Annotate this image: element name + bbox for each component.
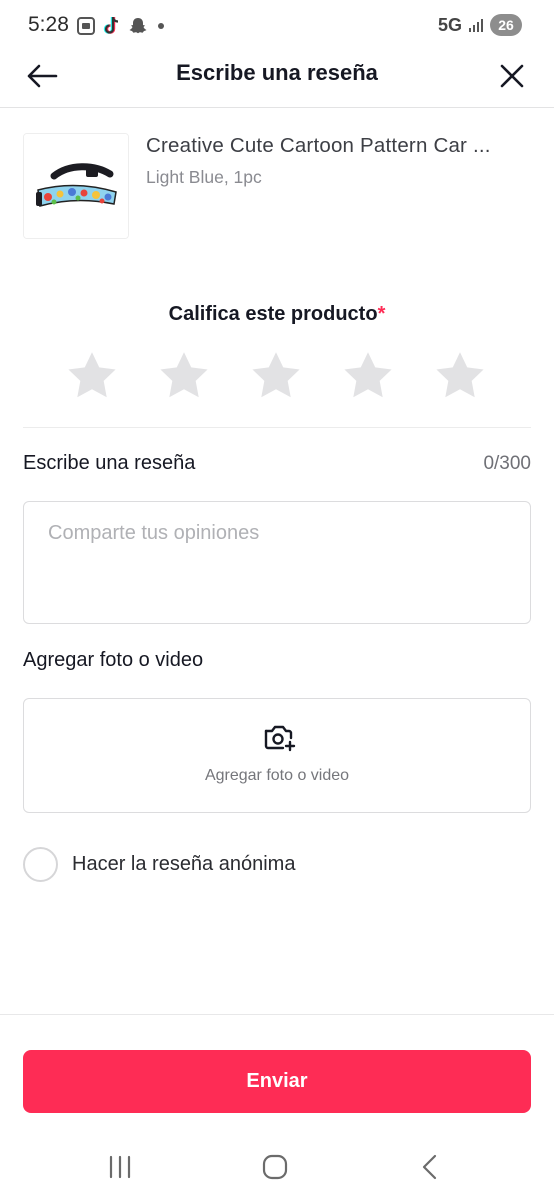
product-variant: Light Blue, 1pc xyxy=(146,167,262,187)
status-time: 5:28 xyxy=(28,13,69,36)
system-back-button[interactable] xyxy=(410,1152,450,1182)
recent-apps-icon xyxy=(109,1155,131,1179)
char-counter: 0/300 xyxy=(483,453,531,474)
footer-divider xyxy=(0,1014,554,1015)
system-nav-bar xyxy=(0,1140,554,1200)
rating-title: Califica este producto* xyxy=(0,303,554,326)
snapchat-icon xyxy=(129,18,147,34)
page-title: Escribe una reseña xyxy=(176,60,378,85)
star-rating xyxy=(0,348,554,404)
tiktok-icon xyxy=(103,16,119,34)
required-mark: * xyxy=(377,303,386,325)
battery-icon: 26 xyxy=(490,14,522,36)
product-thumbnail[interactable] xyxy=(23,133,129,239)
network-label: 5G xyxy=(437,14,462,35)
camera-plus-icon xyxy=(264,725,296,752)
submit-button[interactable]: Enviar xyxy=(23,1050,531,1113)
star-4-icon[interactable] xyxy=(340,348,396,404)
star-3-icon[interactable] xyxy=(248,348,304,404)
close-icon xyxy=(500,64,524,88)
product-name: Creative Cute Cartoon Pattern Car ... xyxy=(146,134,491,157)
rating-title-text: Califica este producto xyxy=(168,303,378,325)
dot-icon xyxy=(158,23,164,29)
status-bar: 5:28 5G 26 xyxy=(0,0,554,50)
anonymous-label[interactable]: Hacer la reseña anónima xyxy=(72,853,295,876)
star-2-icon[interactable] xyxy=(156,348,212,404)
home-button[interactable] xyxy=(255,1152,295,1182)
add-media-button[interactable]: Agregar foto o video xyxy=(23,698,531,813)
header: Escribe una reseña xyxy=(0,50,554,108)
home-icon xyxy=(262,1154,288,1180)
add-media-text: Agregar foto o video xyxy=(204,767,350,784)
screenshot-icon xyxy=(77,17,95,35)
status-right: 5G 26 xyxy=(438,14,522,36)
review-label: Escribe una reseña xyxy=(23,452,196,474)
back-icon xyxy=(422,1154,437,1180)
signal-icon xyxy=(469,19,483,32)
close-button[interactable] xyxy=(492,56,532,96)
divider xyxy=(23,427,531,428)
review-textarea[interactable] xyxy=(23,501,531,624)
product-thumbnail-image xyxy=(24,134,128,238)
star-5-icon[interactable] xyxy=(432,348,488,404)
recent-apps-button[interactable] xyxy=(100,1152,140,1182)
notification-icons xyxy=(76,14,164,38)
media-label: Agregar foto o video xyxy=(23,649,204,671)
star-1-icon[interactable] xyxy=(64,348,120,404)
anonymous-radio[interactable] xyxy=(23,847,58,882)
